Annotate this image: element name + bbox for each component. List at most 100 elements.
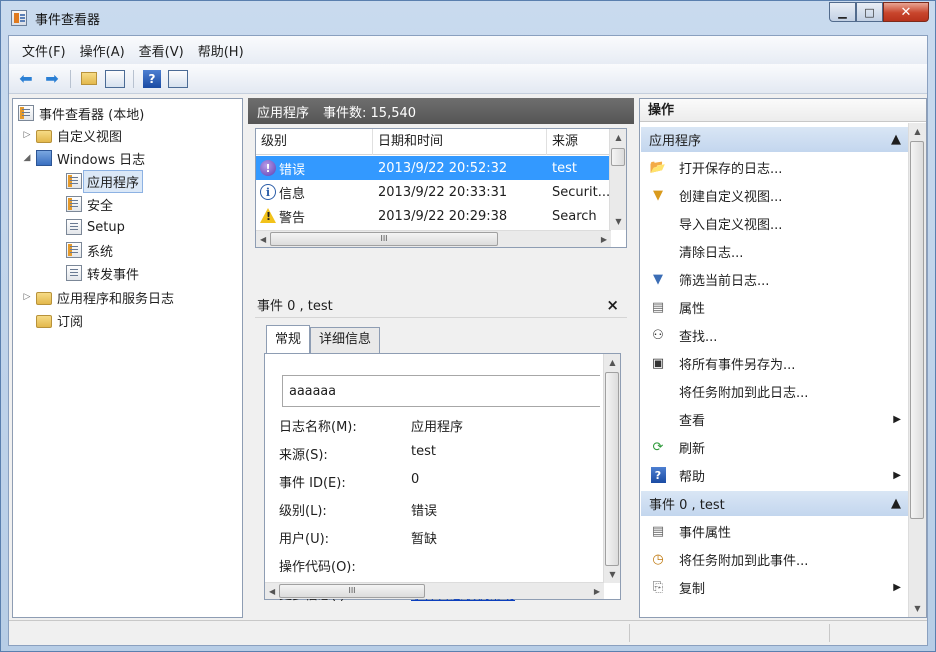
list-vertical-scrollbar[interactable]: ▲ ▼ <box>609 129 626 230</box>
detail-horizontal-scrollbar[interactable]: ◀ ▶ III <box>265 582 604 599</box>
tree-item-subscriptions[interactable]: 订阅 <box>33 309 83 331</box>
help-icon[interactable]: ? <box>141 68 163 90</box>
action-label: 属性 <box>679 301 706 317</box>
scroll-down-icon[interactable]: ▼ <box>909 600 926 617</box>
collapse-icon[interactable]: ▲ <box>891 496 901 511</box>
close-icon[interactable]: × <box>606 296 619 314</box>
status-bar <box>9 620 927 645</box>
action-open-saved-log[interactable]: 📂 打开保存的日志... <box>641 153 909 181</box>
event-row[interactable]: i 信息 2013/9/22 20:33:31 Securit... <box>256 180 611 204</box>
action-import-custom-view[interactable]: 导入自定义视图... <box>641 209 909 237</box>
close-button[interactable]: ✕ <box>883 2 929 22</box>
column-level[interactable]: 级别 <box>256 129 373 155</box>
action-help[interactable]: ? 帮助 ▶ <box>641 461 909 489</box>
menu-action[interactable]: 操作(A) <box>73 41 132 60</box>
action-label: 事件属性 <box>679 525 732 541</box>
scroll-down-icon[interactable]: ▼ <box>610 213 627 230</box>
minimize-button[interactable]: ▁ <box>829 2 856 22</box>
actions-section-event[interactable]: 事件 0 , test ▲ <box>641 491 909 516</box>
tree-item-root[interactable]: 事件查看器 (本地) <box>15 102 144 124</box>
action-refresh[interactable]: ⟳ 刷新 <box>641 433 909 461</box>
scroll-left-icon[interactable]: ◀ <box>269 587 275 596</box>
caption-buttons: ▁ □ ✕ <box>829 2 929 22</box>
tree-label: 系统 <box>87 244 114 260</box>
log-header: 应用程序 事件数: 15,540 <box>248 98 634 124</box>
toolbar: ⬅ ➡ ? <box>9 64 927 94</box>
action-event-properties[interactable]: ▤ 事件属性 <box>641 517 909 545</box>
collapse-arrow-icon[interactable]: ◢ <box>21 153 33 163</box>
action-clear-log[interactable]: 清除日志... <box>641 237 909 265</box>
event-message[interactable]: aaaaaa <box>282 375 600 407</box>
show-hide-action-pane-icon[interactable] <box>167 68 189 90</box>
event-row[interactable]: ! 警告 2013/9/22 20:29:38 Search <box>256 204 611 228</box>
field-value: 0 <box>411 472 420 487</box>
tree-item-application[interactable]: 应用程序 <box>63 169 144 193</box>
field-label: 用户(U): <box>279 532 330 547</box>
tab-general[interactable]: 常规 <box>266 325 311 353</box>
event-level: 错误 <box>279 162 306 178</box>
action-label: 将任务附加到此日志... <box>679 385 809 401</box>
title-bar[interactable]: 事件查看器 ▁ □ ✕ <box>1 1 935 35</box>
scroll-right-icon[interactable]: ▶ <box>601 235 607 244</box>
menu-view[interactable]: 查看(V) <box>132 41 191 60</box>
toolbar-separator <box>133 69 134 88</box>
scroll-up-icon[interactable]: ▲ <box>604 354 621 371</box>
column-datetime[interactable]: 日期和时间 <box>373 129 547 155</box>
scroll-up-icon[interactable]: ▲ <box>610 129 627 146</box>
action-copy[interactable]: ⎘ 复制 ▶ <box>641 573 909 601</box>
expand-arrow-icon[interactable]: ▷ <box>21 130 33 140</box>
tree-item-forwarded[interactable]: 转发事件 <box>63 262 139 284</box>
tree-label: 安全 <box>87 198 114 214</box>
tree-item-setup[interactable]: Setup <box>63 216 125 238</box>
scroll-right-icon[interactable]: ▶ <box>594 587 600 596</box>
action-label: 复制 <box>679 581 706 597</box>
actions-vertical-scrollbar[interactable]: ▲ ▼ <box>908 123 926 617</box>
event-source: Search <box>552 208 597 224</box>
scroll-thumb[interactable] <box>910 141 924 519</box>
action-save-all-events[interactable]: ▣ 将所有事件另存为... <box>641 349 909 377</box>
expand-arrow-icon[interactable]: ▷ <box>21 292 33 302</box>
back-arrow-icon[interactable]: ⬅ <box>15 68 37 90</box>
scroll-thumb[interactable]: III <box>279 584 425 598</box>
event-viewer-icon <box>11 10 27 26</box>
scroll-grip: III <box>348 586 356 595</box>
task-icon: ◷ <box>652 551 664 567</box>
action-filter-log[interactable]: ▼ 筛选当前日志... <box>641 265 909 293</box>
tree-item-custom-views[interactable]: ▷ 自定义视图 <box>21 124 122 146</box>
action-attach-task-event[interactable]: ◷ 将任务附加到此事件... <box>641 545 909 573</box>
column-source[interactable]: 来源 <box>547 129 611 155</box>
collapse-icon[interactable]: ▲ <box>891 132 901 147</box>
event-row[interactable]: ! 错误 2013/9/22 20:52:32 test <box>256 156 611 180</box>
forward-arrow-icon[interactable]: ➡ <box>41 68 63 90</box>
menu-help[interactable]: 帮助(H) <box>191 41 251 60</box>
maximize-button[interactable]: □ <box>856 2 883 22</box>
tree-item-app-service-logs[interactable]: ▷ 应用程序和服务日志 <box>21 286 174 308</box>
tree-item-windows-logs[interactable]: ◢ Windows 日志 <box>21 147 145 169</box>
tree-label: 订阅 <box>57 314 84 330</box>
tree-item-system[interactable]: 系统 <box>63 239 113 261</box>
actions-title: 操作 <box>640 99 926 122</box>
action-label: 查找... <box>679 329 718 345</box>
tab-details[interactable]: 详细信息 <box>310 327 381 353</box>
action-create-custom-view[interactable]: ▼ 创建自定义视图... <box>641 181 909 209</box>
scroll-thumb[interactable] <box>605 372 619 566</box>
actions-section-log[interactable]: 应用程序 ▲ <box>641 127 909 152</box>
detail-vertical-scrollbar[interactable]: ▲ ▼ <box>603 354 620 583</box>
scroll-thumb[interactable]: III <box>270 232 498 246</box>
scroll-thumb[interactable] <box>611 148 625 166</box>
action-find[interactable]: ⚇ 查找... <box>641 321 909 349</box>
properties-icon: ▤ <box>651 523 665 539</box>
action-attach-task-log[interactable]: 将任务附加到此日志... <box>641 377 909 405</box>
scroll-left-icon[interactable]: ◀ <box>260 235 266 244</box>
scroll-up-icon[interactable]: ▲ <box>909 123 926 140</box>
list-horizontal-scrollbar[interactable]: ◀ ▶ III <box>256 230 611 247</box>
action-properties[interactable]: ▤ 属性 <box>641 293 909 321</box>
menu-file[interactable]: 文件(F) <box>15 41 73 60</box>
action-view[interactable]: 查看 ▶ <box>641 405 909 433</box>
scroll-down-icon[interactable]: ▼ <box>604 566 621 583</box>
log-icon <box>66 242 82 258</box>
show-hide-tree-icon[interactable] <box>104 68 126 90</box>
up-folder-icon[interactable] <box>78 68 100 90</box>
tree-item-security[interactable]: 安全 <box>63 193 113 215</box>
event-list: 级别 日期和时间 来源 ! 错误 2013/9/22 20:52:32 test … <box>255 128 627 248</box>
